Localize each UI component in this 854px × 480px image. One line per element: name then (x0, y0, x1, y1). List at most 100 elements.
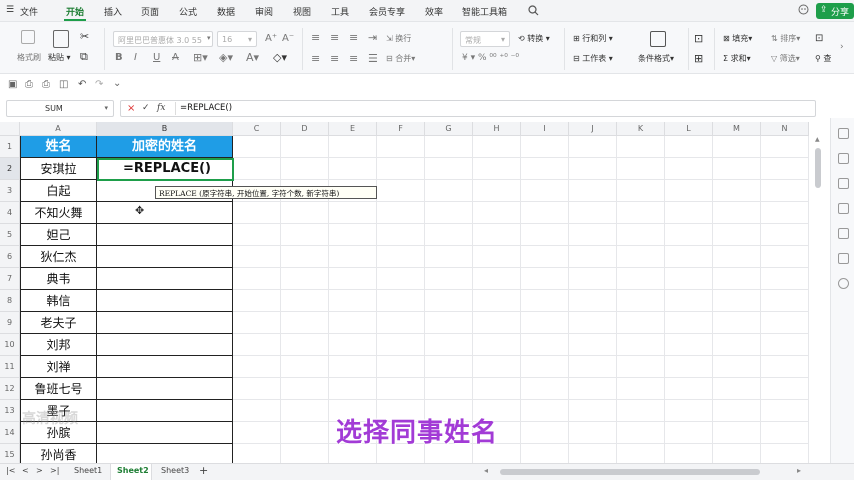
header-cell-name[interactable]: 姓名 (20, 136, 97, 158)
grid-cell[interactable] (281, 246, 329, 268)
grid-cell[interactable] (377, 136, 425, 158)
row-header-10[interactable]: 10 (0, 334, 20, 356)
undo-icon[interactable]: ↶ (78, 79, 86, 90)
grid-cell[interactable] (713, 224, 761, 246)
row-header-14[interactable]: 14 (0, 422, 20, 444)
scroll-up-icon[interactable]: ▲ (815, 136, 820, 143)
row-header-7[interactable]: 7 (0, 268, 20, 290)
menu-tab-data[interactable]: 数据 (217, 5, 235, 18)
menu-file[interactable]: 文件 (20, 5, 38, 18)
grid-cell[interactable] (473, 202, 521, 224)
menu-tab-tools[interactable]: 工具 (331, 5, 349, 18)
grid-cell[interactable] (425, 312, 473, 334)
grid-cell[interactable] (329, 312, 377, 334)
indent-icon[interactable]: ⇥ (368, 31, 377, 44)
grid-cell[interactable] (425, 224, 473, 246)
grid-cell[interactable] (665, 136, 713, 158)
grid-cell[interactable] (665, 444, 713, 464)
grid-cell[interactable] (761, 400, 809, 422)
grid-cell[interactable] (713, 268, 761, 290)
grid-cell[interactable] (521, 378, 569, 400)
grid-cell[interactable] (473, 246, 521, 268)
grid-cell[interactable] (665, 356, 713, 378)
grid-cell[interactable] (473, 290, 521, 312)
panel-export-icon[interactable] (838, 253, 849, 264)
grid-cell[interactable] (569, 180, 617, 202)
grid-cell[interactable] (233, 224, 281, 246)
grid-cell[interactable] (665, 246, 713, 268)
grid-cell[interactable] (233, 202, 281, 224)
grid-cell[interactable] (617, 224, 665, 246)
grid-cell[interactable] (617, 290, 665, 312)
column-header-d[interactable]: D (281, 122, 329, 136)
row-header-11[interactable]: 11 (0, 356, 20, 378)
grid-cell[interactable] (425, 334, 473, 356)
grid-cell[interactable] (713, 400, 761, 422)
encrypted-name-cell[interactable] (97, 422, 233, 444)
name-cell[interactable]: 老夫子 (20, 312, 97, 334)
column-header-f[interactable]: F (377, 122, 425, 136)
grid-cell[interactable] (329, 290, 377, 312)
column-header-j[interactable]: J (569, 122, 617, 136)
row-col-button[interactable]: ⊞ 行和列 ▾ (573, 33, 613, 44)
name-cell[interactable]: 鲁班七号 (20, 378, 97, 400)
grid-cell[interactable] (569, 312, 617, 334)
name-cell[interactable]: 妲己 (20, 224, 97, 246)
grid-cell[interactable] (665, 378, 713, 400)
freeze-icon[interactable]: ⊡ (694, 32, 703, 45)
confirm-formula-button[interactable]: ✓ (142, 103, 150, 113)
horizontal-scroll-thumb[interactable] (500, 469, 760, 475)
grid-cell[interactable] (473, 312, 521, 334)
grid-cell[interactable] (233, 312, 281, 334)
border-icon[interactable]: ⊞▾ (193, 51, 208, 64)
column-header-m[interactable]: M (713, 122, 761, 136)
grid-cell[interactable] (665, 202, 713, 224)
number-format-icons[interactable]: ¥ ▾ % ⁰⁰ ⁺⁰ ⁻⁰ (462, 53, 519, 63)
sheet-tab-1[interactable]: Sheet1 (74, 466, 102, 475)
merge-button[interactable]: ⊟ 合并▾ (386, 53, 415, 64)
grid-cell[interactable] (281, 334, 329, 356)
align-left-icon[interactable]: ≡ (311, 52, 320, 65)
column-header-e[interactable]: E (329, 122, 377, 136)
cancel-formula-button[interactable]: × (127, 103, 135, 114)
grid-cell[interactable] (617, 378, 665, 400)
panel-filter-icon[interactable] (838, 178, 849, 189)
grid-cell[interactable] (761, 444, 809, 464)
grid-cell[interactable] (281, 224, 329, 246)
grid-cell[interactable] (425, 268, 473, 290)
format-painter-icon[interactable] (21, 30, 35, 44)
grid-cell[interactable] (713, 422, 761, 444)
panel-shape-icon[interactable] (838, 203, 849, 214)
grid-cell[interactable] (713, 378, 761, 400)
grid-cell[interactable] (377, 158, 425, 180)
grid-cell[interactable] (569, 246, 617, 268)
find-button[interactable]: ⚲ 查 (815, 53, 831, 64)
grid-cell[interactable] (665, 224, 713, 246)
formula-input[interactable]: =REPLACE() (180, 103, 232, 113)
align-top-icon[interactable]: ≡ (311, 31, 320, 44)
row-header-13[interactable]: 13 (0, 400, 20, 422)
row-header-15[interactable]: 15 (0, 444, 20, 464)
copy-icon[interactable]: ⧉ (80, 50, 88, 64)
grid-cell[interactable] (473, 268, 521, 290)
grid-cell[interactable] (425, 246, 473, 268)
grid-cell[interactable] (713, 334, 761, 356)
grid-cell[interactable] (713, 356, 761, 378)
column-header-b[interactable]: B (97, 122, 233, 136)
font-size-select[interactable]: 16 ▾ (217, 31, 257, 47)
grid-cell[interactable] (713, 246, 761, 268)
name-cell[interactable]: 孙尚香 (20, 444, 97, 464)
export-pdf-icon[interactable]: ⎙ (25, 79, 33, 90)
encrypted-name-cell[interactable] (97, 334, 233, 356)
grid-cell[interactable] (329, 378, 377, 400)
bold-icon[interactable]: B (115, 52, 123, 63)
row-header-8[interactable]: 8 (0, 290, 20, 312)
insert-function-button[interactable]: fx (157, 103, 165, 113)
grid-cell[interactable] (665, 422, 713, 444)
encrypted-name-cell[interactable] (97, 202, 233, 224)
encrypted-name-cell[interactable] (97, 224, 233, 246)
grid-cell[interactable] (521, 356, 569, 378)
grid-cell[interactable] (329, 158, 377, 180)
column-header-a[interactable]: A (20, 122, 97, 136)
formula-bar[interactable]: × ✓ fx =REPLACE() (120, 100, 816, 117)
